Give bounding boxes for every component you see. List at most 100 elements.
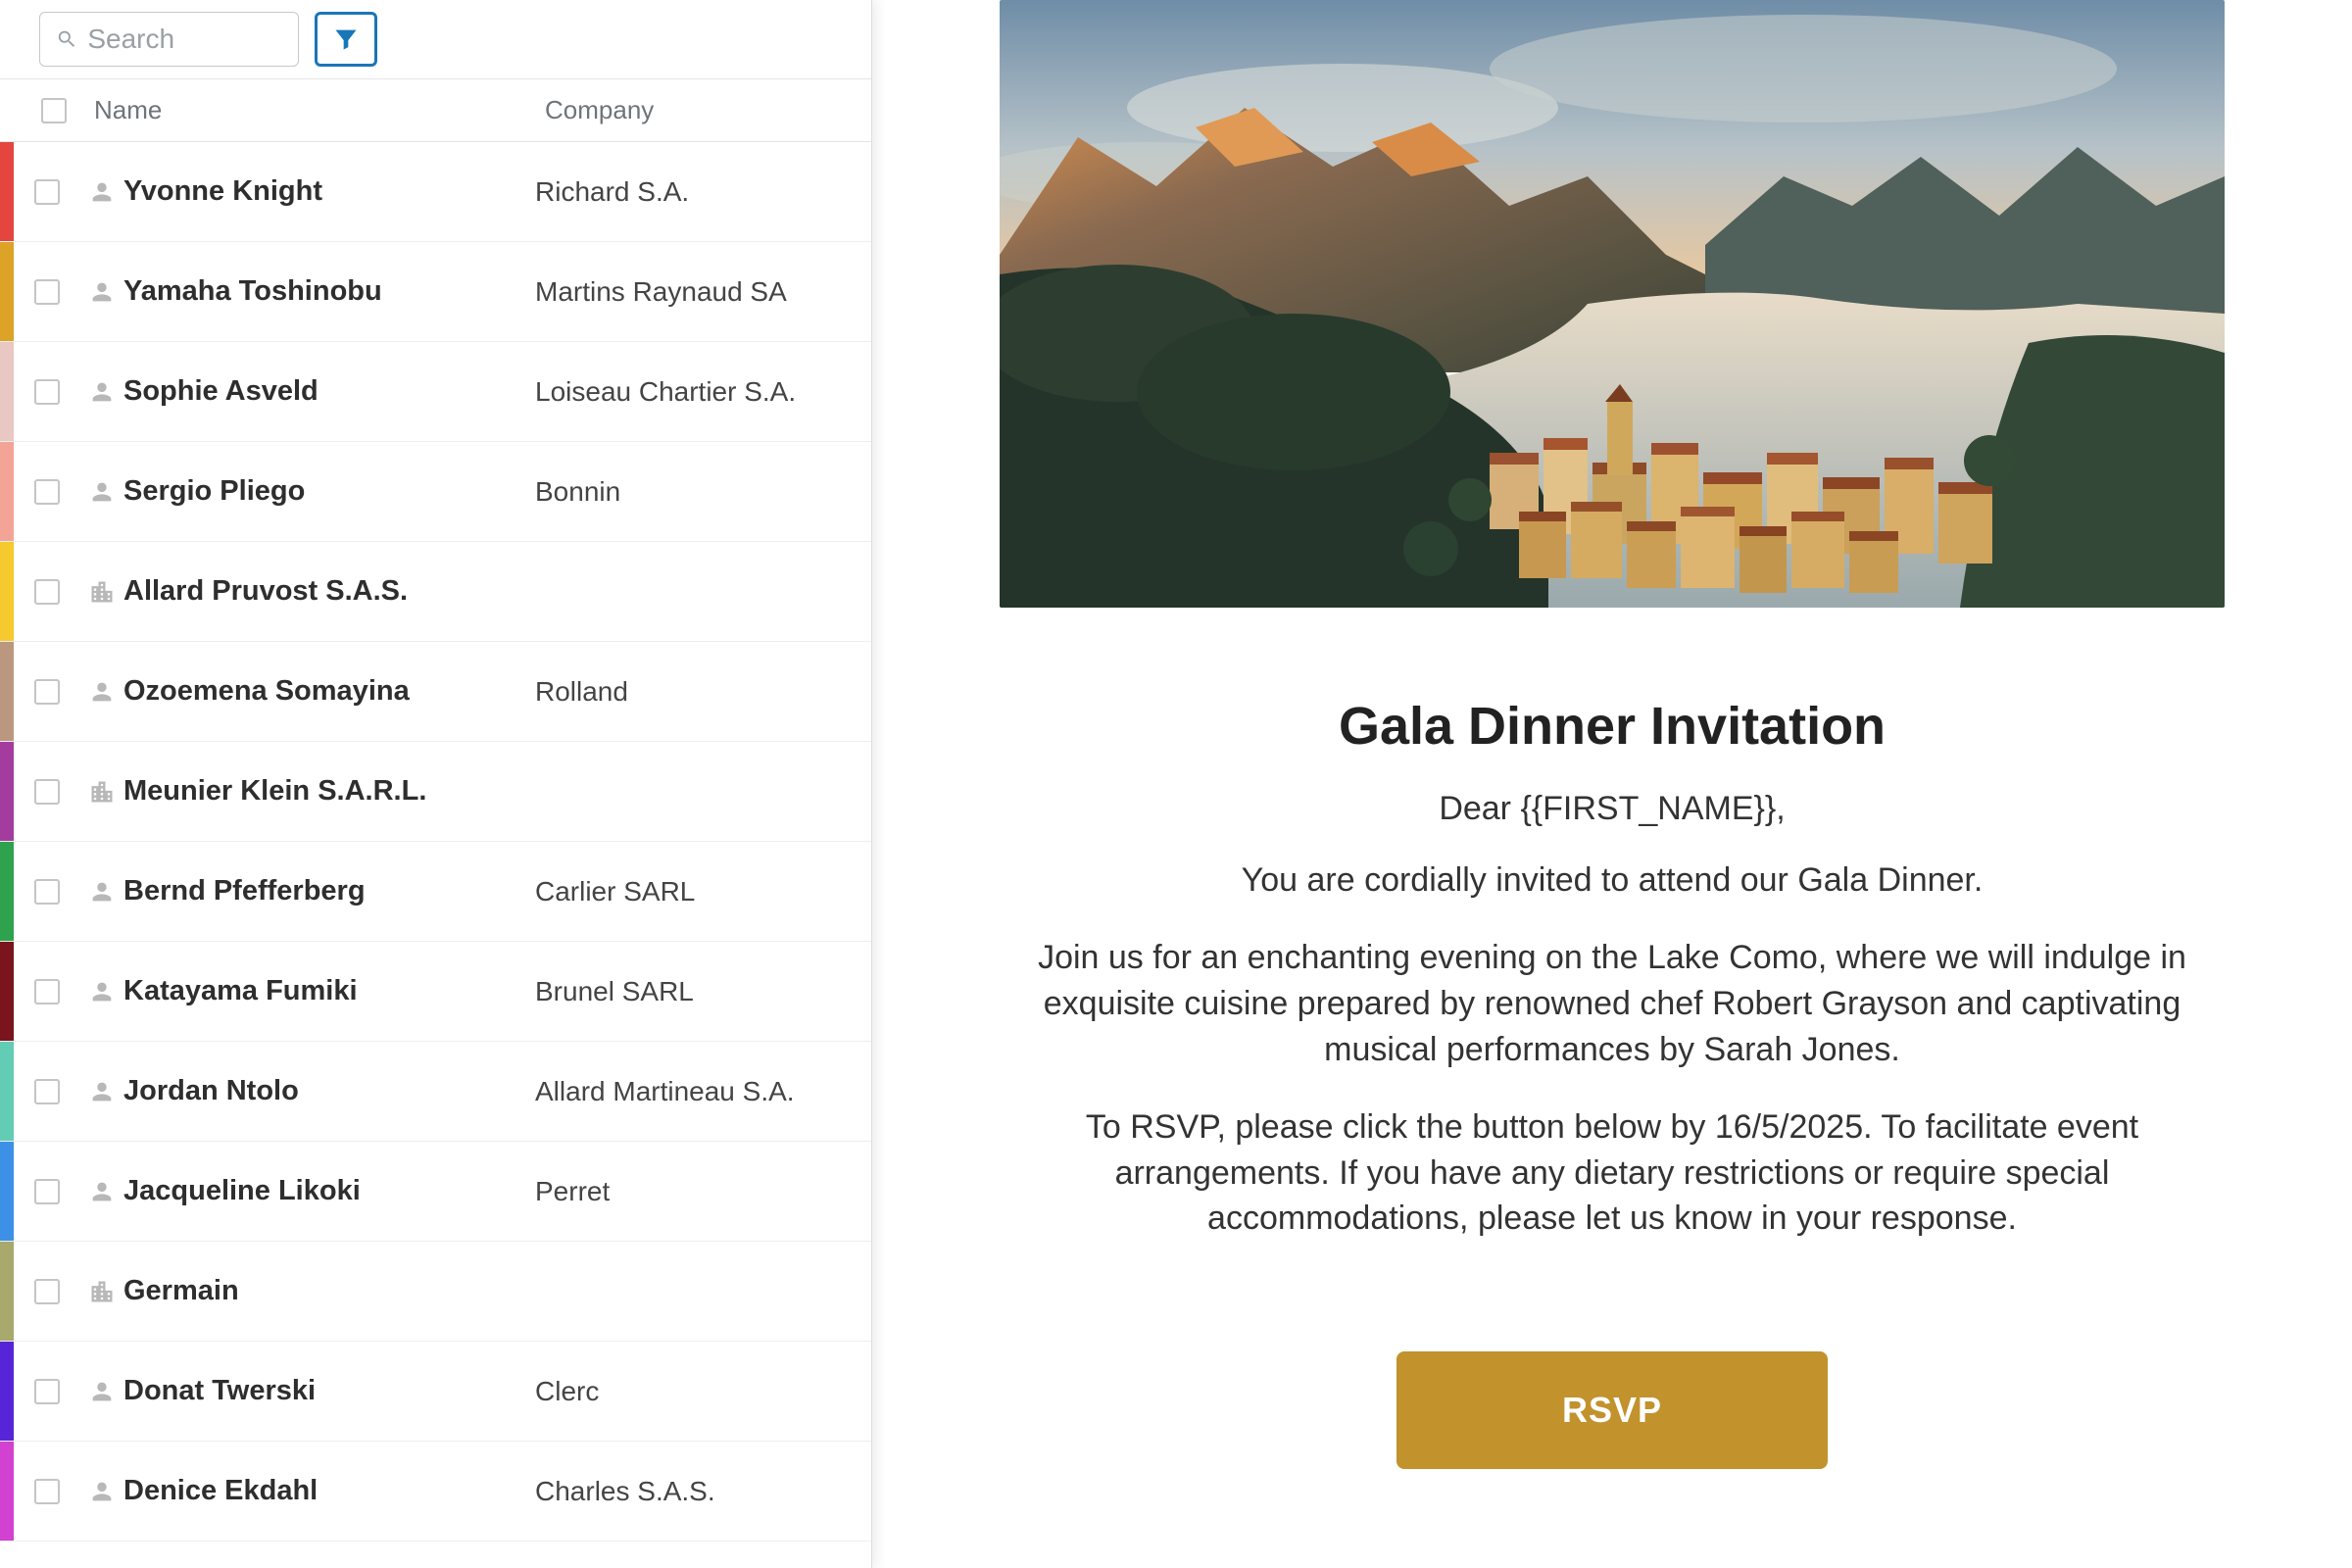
color-strip (0, 842, 14, 941)
contact-company: Charles S.A.S. (535, 1476, 871, 1507)
select-all-checkbox[interactable] (41, 98, 67, 123)
search-input[interactable] (87, 24, 282, 55)
person-icon (80, 1378, 123, 1405)
contact-company: Brunel SARL (535, 976, 871, 1007)
person-icon (80, 1178, 123, 1205)
person-icon (80, 978, 123, 1005)
contact-company: Rolland (535, 676, 871, 708)
contact-row[interactable]: Sergio PliegoBonnin (0, 442, 871, 542)
search-icon (56, 26, 77, 52)
contact-row[interactable]: Sophie AsveldLoiseau Chartier S.A. (0, 342, 871, 442)
color-strip (0, 242, 14, 341)
contact-name: Donat Twerski (123, 1375, 535, 1407)
row-checkbox[interactable] (34, 679, 60, 705)
contact-company: Carlier SARL (535, 876, 871, 907)
contact-name: Bernd Pfefferberg (123, 875, 535, 907)
contact-row[interactable]: Meunier Klein S.A.R.L. (0, 742, 871, 842)
person-icon (80, 1478, 123, 1505)
building-icon (80, 778, 123, 806)
contact-row[interactable]: Donat TwerskiClerc (0, 1342, 871, 1442)
contact-name: Allard Pruvost S.A.S. (123, 575, 535, 608)
contact-name: Ozoemena Somayina (123, 675, 535, 708)
contact-row[interactable]: Yvonne KnightRichard S.A. (0, 142, 871, 242)
color-strip (0, 1242, 14, 1341)
color-strip (0, 542, 14, 641)
contact-company: Martins Raynaud SA (535, 276, 871, 308)
person-icon (80, 878, 123, 906)
email-preview-panel: Gala Dinner Invitation Dear {{FIRST_NAME… (872, 0, 2352, 1568)
color-strip (0, 1342, 14, 1441)
email-title: Gala Dinner Invitation (1024, 696, 2200, 757)
person-icon (80, 178, 123, 206)
email-paragraph-3: To RSVP, please click the button below b… (1024, 1104, 2200, 1243)
row-checkbox[interactable] (34, 1079, 60, 1104)
building-icon (80, 578, 123, 606)
contact-list[interactable]: Yvonne KnightRichard S.A.Yamaha Toshinob… (0, 142, 871, 1568)
rsvp-button[interactable]: RSVP (1396, 1351, 1828, 1469)
person-icon (80, 1078, 123, 1105)
contact-name: Meunier Klein S.A.R.L. (123, 775, 535, 808)
person-icon (80, 378, 123, 406)
color-strip (0, 742, 14, 841)
row-checkbox[interactable] (34, 479, 60, 505)
contact-name: Germain (123, 1275, 535, 1307)
color-strip (0, 642, 14, 741)
filter-button[interactable] (315, 12, 377, 67)
row-checkbox[interactable] (34, 179, 60, 205)
color-strip (0, 1042, 14, 1141)
contact-row[interactable]: Yamaha ToshinobuMartins Raynaud SA (0, 242, 871, 342)
contact-company: Bonnin (535, 476, 871, 508)
filter-icon (332, 25, 360, 53)
contact-company: Clerc (535, 1376, 871, 1407)
contact-name: Yamaha Toshinobu (123, 275, 535, 308)
row-checkbox[interactable] (34, 1179, 60, 1204)
contact-row[interactable]: Denice EkdahlCharles S.A.S. (0, 1442, 871, 1542)
row-checkbox[interactable] (34, 779, 60, 805)
contact-name: Denice Ekdahl (123, 1475, 535, 1507)
contact-name: Sergio Pliego (123, 475, 535, 508)
person-icon (80, 678, 123, 706)
row-checkbox[interactable] (34, 1479, 60, 1504)
contacts-panel: Name Company Yvonne KnightRichard S.A.Ya… (0, 0, 872, 1568)
email-body: Gala Dinner Invitation Dear {{FIRST_NAME… (1024, 608, 2200, 1469)
row-checkbox[interactable] (34, 979, 60, 1004)
color-strip (0, 442, 14, 541)
contact-row[interactable]: Katayama FumikiBrunel SARL (0, 942, 871, 1042)
contact-row[interactable]: Germain (0, 1242, 871, 1342)
contact-row[interactable]: Jordan NtoloAllard Martineau S.A. (0, 1042, 871, 1142)
color-strip (0, 1442, 14, 1541)
contact-company: Allard Martineau S.A. (535, 1076, 871, 1107)
contact-name: Katayama Fumiki (123, 975, 535, 1007)
email-paragraph-2: Join us for an enchanting evening on the… (1024, 935, 2200, 1073)
building-icon (80, 1278, 123, 1305)
search-row (0, 0, 871, 78)
contact-row[interactable]: Jacqueline LikokiPerret (0, 1142, 871, 1242)
row-checkbox[interactable] (34, 279, 60, 305)
person-icon (80, 478, 123, 506)
color-strip (0, 942, 14, 1041)
row-checkbox[interactable] (34, 1379, 60, 1404)
hero-image (1000, 0, 2225, 608)
color-strip (0, 142, 14, 241)
contact-name: Jordan Ntolo (123, 1075, 535, 1107)
row-checkbox[interactable] (34, 879, 60, 905)
row-checkbox[interactable] (34, 379, 60, 405)
header-name[interactable]: Name (94, 95, 545, 125)
contact-row[interactable]: Allard Pruvost S.A.S. (0, 542, 871, 642)
contact-company: Richard S.A. (535, 176, 871, 208)
color-strip (0, 342, 14, 441)
email-greeting: Dear {{FIRST_NAME}}, (1024, 790, 2200, 828)
email-paragraph-1: You are cordially invited to attend our … (1024, 858, 2200, 904)
row-checkbox[interactable] (34, 1279, 60, 1304)
contact-row[interactable]: Ozoemena SomayinaRolland (0, 642, 871, 742)
list-header: Name Company (0, 78, 871, 142)
search-box[interactable] (39, 12, 299, 67)
row-checkbox[interactable] (34, 579, 60, 605)
contact-company: Loiseau Chartier S.A. (535, 376, 871, 408)
contact-name: Jacqueline Likoki (123, 1175, 535, 1207)
contact-name: Sophie Asveld (123, 375, 535, 408)
color-strip (0, 1142, 14, 1241)
contact-row[interactable]: Bernd PfefferbergCarlier SARL (0, 842, 871, 942)
header-company[interactable]: Company (545, 95, 871, 125)
contact-name: Yvonne Knight (123, 175, 535, 208)
